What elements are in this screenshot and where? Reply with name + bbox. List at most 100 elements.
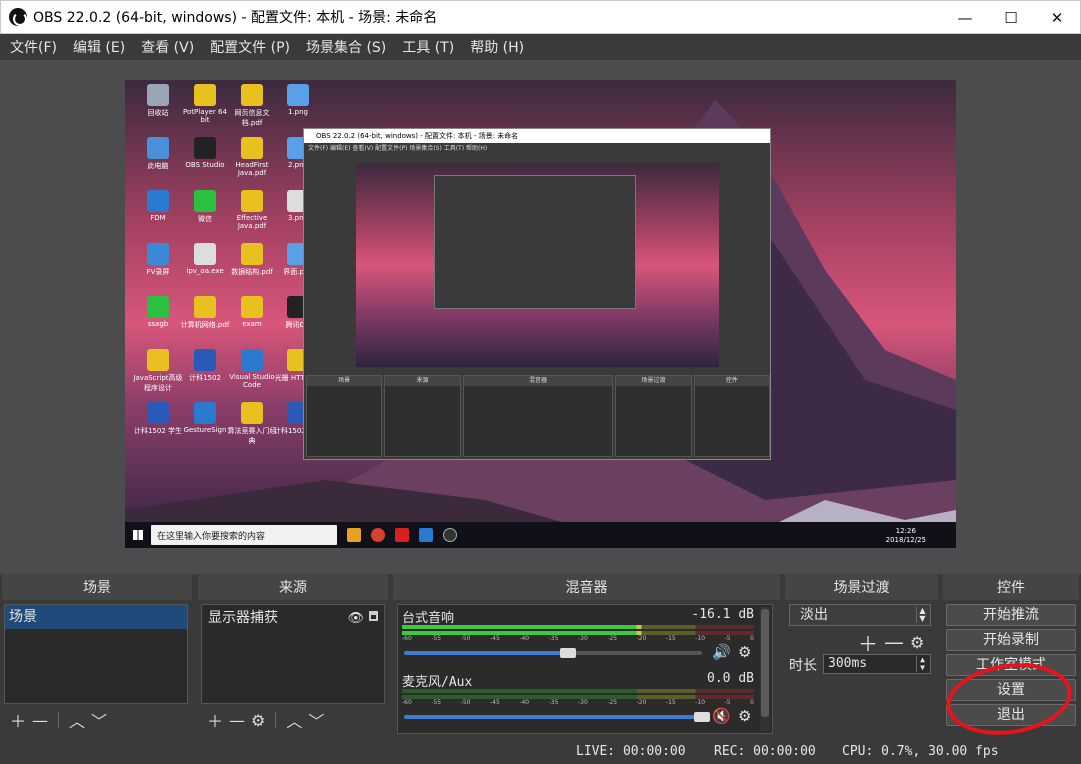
- move-up-icon[interactable]: ︿: [286, 708, 302, 732]
- duration-label: 时长: [789, 658, 817, 674]
- volume-fader[interactable]: [404, 715, 702, 719]
- source-item[interactable]: 显示器捕获 👁: [202, 605, 384, 629]
- fader-knob[interactable]: [559, 648, 576, 658]
- nested-docks: 场景 来源 混音器 场景过渡 控件: [306, 375, 770, 457]
- menu-tools[interactable]: 工具 (T): [396, 37, 460, 57]
- menu-file[interactable]: 文件(F): [4, 37, 63, 57]
- gear-icon[interactable]: ⚙: [738, 643, 751, 661]
- desktop-icon-label: 此电脑: [147, 162, 169, 170]
- rec-timer: REC: 00:00:00: [714, 744, 816, 759]
- channel-db: -16.1 dB: [691, 607, 754, 622]
- desktop-icon: [194, 84, 216, 106]
- desktop-icon: [194, 296, 216, 318]
- live-timer: LIVE: 00:00:00: [576, 744, 686, 759]
- transition-select[interactable]: 淡出 ▲ ▼: [789, 604, 931, 626]
- remove-icon[interactable]: —: [884, 630, 904, 654]
- transition-value: 淡出: [800, 607, 828, 623]
- gear-icon[interactable]: ⚙: [738, 707, 751, 725]
- scale-tick: -55: [431, 635, 442, 642]
- desktop-icon: [241, 137, 263, 159]
- menu-scene-collection[interactable]: 场景集合 (S): [300, 37, 392, 57]
- add-icon[interactable]: ＋: [858, 628, 878, 657]
- close-button[interactable]: ✕: [1034, 1, 1080, 35]
- desktop-icon: [194, 243, 216, 265]
- minimize-button[interactable]: —: [942, 1, 988, 35]
- nested-dock-scenes: 场景: [306, 375, 383, 457]
- spin-arrows-icon: ▲ ▼: [916, 607, 928, 623]
- mixer-scrollbar[interactable]: [760, 607, 770, 731]
- menu-view[interactable]: 查看 (V): [135, 37, 200, 57]
- desktop-icon-label: 1.png: [287, 108, 308, 116]
- muted-speaker-icon[interactable]: 🔇: [712, 707, 731, 725]
- chrome-icon: [371, 528, 385, 542]
- scale-tick: -20: [636, 635, 647, 642]
- sources-list[interactable]: 显示器捕获 👁: [201, 604, 385, 704]
- clock-date: 2018/12/25: [885, 536, 926, 544]
- transition-toolbar: ＋ — ⚙: [858, 628, 924, 656]
- scrollbar-thumb[interactable]: [761, 609, 769, 717]
- desktop-icon: [194, 137, 216, 159]
- duration-value: 300ms: [828, 656, 868, 671]
- scale-tick: 0: [750, 635, 754, 642]
- audio-mixer: 台式音响 -16.1 dB -60 -55 -50 -45 -40 -35 -30 -25 -2…: [397, 604, 773, 734]
- scene-item[interactable]: 场景: [5, 605, 187, 629]
- volume-fader[interactable]: [404, 651, 568, 655]
- nested-dock-header: 控件: [694, 376, 769, 386]
- exit-button[interactable]: 退出: [946, 704, 1076, 726]
- desktop-icon-label: exam: [242, 320, 262, 328]
- nested-dock-header: 场景过渡: [616, 376, 691, 386]
- mixer-header: 混音器: [393, 574, 780, 600]
- mixer-channel-desktop: 台式音响 -16.1 dB -60 -55 -50 -45 -40 -35 -30 -25 -2…: [402, 607, 758, 667]
- settings-button[interactable]: 设置: [946, 679, 1076, 701]
- scenes-toolbar: ＋ — ︿ ﹀: [10, 706, 107, 734]
- menu-edit[interactable]: 编辑 (E): [67, 37, 131, 57]
- dock-headers: 场景 来源 混音器 场景过渡 控件: [0, 574, 1081, 600]
- toolbar-separator: [58, 712, 60, 728]
- lock-icon[interactable]: [369, 611, 378, 621]
- menu-help[interactable]: 帮助 (H): [464, 37, 530, 57]
- obs-logo-icon: [9, 8, 27, 26]
- move-up-icon[interactable]: ︿: [69, 708, 85, 732]
- controls-header: 控件: [943, 574, 1079, 600]
- desktop-icon: [147, 296, 169, 318]
- maximize-button[interactable]: ☐: [988, 1, 1034, 35]
- start-streaming-button[interactable]: 开始推流: [946, 604, 1076, 626]
- desktop-icon: [147, 84, 169, 106]
- desktop-icon-label: Visual Studio Code: [229, 373, 275, 389]
- menu-profile[interactable]: 配置文件 (P): [204, 37, 296, 57]
- channel-db: 0.0 dB: [707, 671, 754, 686]
- add-icon[interactable]: ＋: [10, 708, 26, 732]
- taskbar-clock: 12:26 2018/12/25: [886, 527, 926, 545]
- eye-icon[interactable]: 👁: [347, 611, 364, 626]
- preview-canvas[interactable]: 回收站 PotPlayer 64 bit 网页信息文档.pdf 1.png 此电脑 OBS…: [125, 80, 956, 548]
- desktop-icon: [241, 84, 263, 106]
- scale-tick: -30: [577, 635, 588, 642]
- studio-mode-button[interactable]: 工作室模式: [946, 654, 1076, 676]
- move-down-icon[interactable]: ﹀: [91, 708, 107, 732]
- scale-tick: -45: [489, 635, 500, 642]
- channel-name: 麦克风/Aux: [402, 675, 473, 690]
- desktop-icon: [241, 296, 263, 318]
- add-icon[interactable]: ＋: [207, 708, 223, 732]
- gear-icon[interactable]: ⚙: [910, 633, 924, 652]
- window-controls: — ☐ ✕: [942, 1, 1080, 35]
- scale-tick: -5: [724, 699, 731, 706]
- remove-icon[interactable]: —: [32, 711, 48, 730]
- desktop-icon-label: GestureSign: [183, 426, 227, 434]
- scale-tick: -45: [489, 699, 500, 706]
- nested-dock-header: 来源: [385, 376, 460, 386]
- start-recording-button[interactable]: 开始录制: [946, 629, 1076, 651]
- netease-music-icon: [395, 528, 409, 542]
- duration-spinbox[interactable]: 300ms ▲ ▼: [823, 654, 931, 674]
- speaker-icon[interactable]: 🔊: [712, 643, 731, 661]
- desktop-icon-label: 计科1502: [189, 374, 221, 382]
- move-down-icon[interactable]: ﹀: [308, 708, 324, 732]
- scenes-list[interactable]: 场景: [4, 604, 188, 704]
- remove-icon[interactable]: —: [229, 711, 245, 730]
- nested-menu: 文件(F) 编辑(E) 查看(V) 配置文件(P) 场景集合(S) 工具(T) …: [308, 145, 488, 152]
- desktop-icon: [241, 349, 263, 371]
- gear-icon[interactable]: ⚙: [251, 711, 265, 730]
- nested-dock-controls: 控件: [693, 375, 770, 457]
- vscode-icon: [419, 528, 433, 542]
- fader-knob[interactable]: [694, 712, 710, 722]
